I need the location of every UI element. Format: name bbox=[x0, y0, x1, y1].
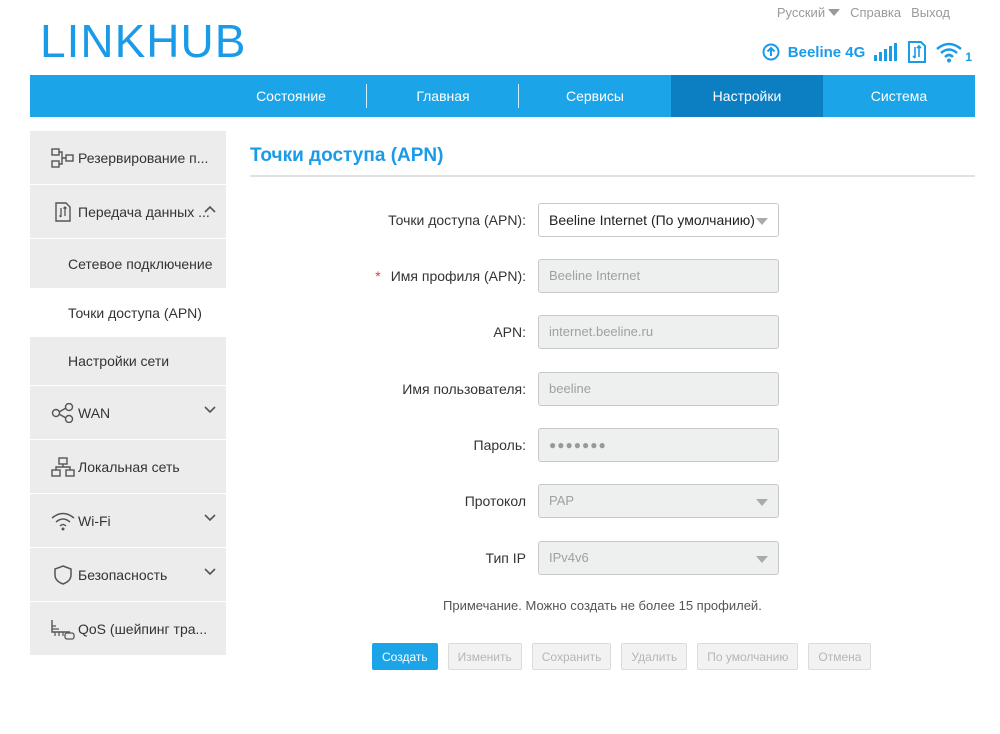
logo-hub: HUB bbox=[146, 15, 247, 67]
main-content: Точки доступа (APN) Точки доступа (APN):… bbox=[250, 131, 975, 670]
cancel-button[interactable]: Отмена bbox=[808, 643, 872, 670]
sidebar-subitem-network-connection[interactable]: Сетевое подключение bbox=[30, 239, 226, 288]
form-row-username: Имя пользователя: beeline bbox=[250, 372, 975, 406]
sidebar-item-wan[interactable]: WAN bbox=[30, 386, 226, 440]
apn-select-label: Точки доступа (APN): bbox=[388, 212, 526, 228]
connection-status: Beeline 4G 1 bbox=[762, 40, 972, 64]
apn-select[interactable]: Beeline Internet (По умолчанию) bbox=[538, 203, 779, 237]
sidebar-item-data[interactable]: Передача данных ... bbox=[30, 185, 226, 239]
sidebar-item-qos[interactable]: QoS (шейпинг тра... bbox=[30, 602, 226, 656]
iptype-select[interactable]: IPv4v6 bbox=[538, 541, 779, 575]
header: LINKHUB Русский Справка Выход Beeline 4G bbox=[0, 0, 1000, 75]
create-button[interactable]: Создать bbox=[372, 643, 438, 670]
tab-home[interactable]: Главная bbox=[367, 75, 519, 117]
form-row-profile: * Имя профиля (APN): Beeline Internet bbox=[250, 259, 975, 293]
chevron-down-icon bbox=[204, 406, 216, 414]
wifi-icon bbox=[936, 42, 963, 63]
username-label: Имя пользователя: bbox=[402, 381, 526, 397]
form-row-iptype: Тип IP IPv4v6 bbox=[250, 541, 975, 575]
sidebar-item-wifi[interactable]: Wi-Fi bbox=[30, 494, 226, 548]
password-label: Пароль: bbox=[473, 437, 526, 453]
wifi-icon bbox=[50, 510, 76, 532]
apn-select-value: Beeline Internet (По умолчанию) bbox=[549, 212, 755, 228]
qos-router-icon bbox=[50, 618, 76, 640]
page-title: Точки доступа (APN) bbox=[250, 131, 975, 177]
tab-status[interactable]: Состояние bbox=[215, 75, 367, 117]
dropdown-arrow-icon bbox=[756, 556, 768, 563]
form-row-protocol: Протокол PAP bbox=[250, 484, 975, 518]
sim-data-icon bbox=[908, 41, 927, 63]
help-link[interactable]: Справка bbox=[850, 5, 901, 20]
chevron-down-icon bbox=[204, 514, 216, 522]
protocol-select-value: PAP bbox=[549, 493, 575, 508]
form-row-apn: APN: internet.beeline.ru bbox=[250, 315, 975, 349]
sidebar-item-label: WAN bbox=[78, 404, 111, 421]
sidebar-item-label: QoS (шейпинг тра... bbox=[78, 620, 208, 637]
lan-icon bbox=[50, 456, 76, 478]
backup-network-icon bbox=[50, 147, 76, 169]
edit-button[interactable]: Изменить bbox=[447, 643, 522, 670]
sidebar-item-label: Передача данных ... bbox=[78, 203, 210, 220]
set-default-button[interactable]: По умолчанию bbox=[697, 643, 799, 670]
form-row-apn-select: Точки доступа (APN): Beeline Internet (П… bbox=[250, 203, 975, 237]
sidebar-item-security[interactable]: Безопасность bbox=[30, 548, 226, 602]
apn-label: APN: bbox=[493, 324, 526, 340]
sidebar-item-label: Резервирование п... bbox=[78, 149, 209, 166]
profiles-note: Примечание. Можно создать не более 15 пр… bbox=[443, 598, 762, 613]
dropdown-arrow-icon bbox=[756, 218, 768, 225]
form-row-password: Пароль: ●●●●●●● bbox=[250, 428, 975, 462]
dropdown-arrow-icon bbox=[756, 499, 768, 506]
signal-strength-icon bbox=[874, 43, 898, 61]
action-buttons: Создать Изменить Сохранить Удалить По ум… bbox=[372, 643, 872, 670]
delete-button[interactable]: Удалить bbox=[621, 643, 688, 670]
chevron-down-icon bbox=[204, 568, 216, 576]
main-nav: Состояние Главная Сервисы Настройки Сист… bbox=[30, 75, 975, 117]
iptype-select-value: IPv4v6 bbox=[549, 550, 589, 565]
profile-label-text: Имя профиля (APN): bbox=[390, 268, 526, 284]
language-label: Русский bbox=[776, 5, 826, 20]
iptype-label: Тип IP bbox=[485, 550, 526, 566]
profile-label: * Имя профиля (APN): bbox=[375, 268, 526, 284]
sidebar-item-lan[interactable]: Локальная сеть bbox=[30, 440, 226, 494]
chevron-down-icon bbox=[828, 9, 841, 16]
protocol-label: Протокол bbox=[464, 493, 526, 509]
shield-icon bbox=[50, 564, 76, 586]
tab-system[interactable]: Система bbox=[823, 75, 975, 117]
logo-link: LINK bbox=[40, 15, 147, 67]
protocol-select[interactable]: PAP bbox=[538, 484, 779, 518]
required-marker: * bbox=[375, 268, 381, 284]
sim-data-icon bbox=[50, 201, 76, 223]
save-button[interactable]: Сохранить bbox=[531, 643, 612, 670]
password-input[interactable]: ●●●●●●● bbox=[538, 428, 779, 462]
upload-arrow-icon bbox=[762, 43, 780, 61]
wifi-clients-count: 1 bbox=[965, 50, 972, 64]
logo: LINKHUB bbox=[40, 14, 246, 68]
wan-icon bbox=[50, 402, 76, 424]
operator-name: Beeline 4G bbox=[787, 43, 866, 61]
tab-settings[interactable]: Настройки bbox=[671, 75, 823, 117]
sidebar-item-label: Wi-Fi bbox=[78, 512, 111, 529]
username-input[interactable]: beeline bbox=[538, 372, 779, 406]
logout-link[interactable]: Выход bbox=[911, 5, 950, 20]
sidebar-item-label: Безопасность bbox=[78, 566, 168, 583]
tab-services[interactable]: Сервисы bbox=[519, 75, 671, 117]
sidebar-subitem-apn[interactable]: Точки доступа (APN) bbox=[30, 288, 226, 337]
sidebar-item-backup[interactable]: Резервирование п... bbox=[30, 131, 226, 185]
profile-name-input[interactable]: Beeline Internet bbox=[538, 259, 779, 293]
chevron-up-icon bbox=[204, 205, 216, 213]
apn-input[interactable]: internet.beeline.ru bbox=[538, 315, 779, 349]
sidebar: Резервирование п... Передача данных ... … bbox=[30, 131, 226, 656]
sidebar-item-label: Локальная сеть bbox=[78, 458, 180, 475]
sidebar-subitem-network-settings[interactable]: Настройки сети bbox=[30, 337, 226, 386]
top-links: Русский Справка Выход bbox=[777, 5, 950, 20]
language-selector[interactable]: Русский bbox=[776, 5, 841, 20]
